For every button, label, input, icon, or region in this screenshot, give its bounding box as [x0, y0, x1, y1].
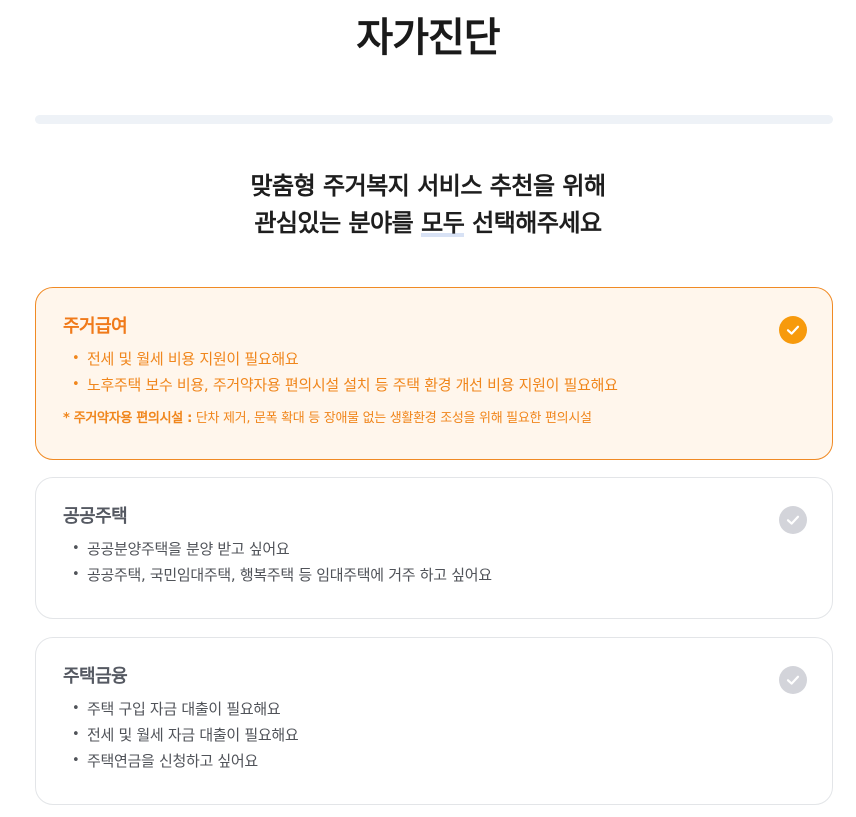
check-circle-icon[interactable] [779, 666, 807, 694]
bullet-icon: • [72, 541, 80, 556]
question-line-2-end: 선택해주세요 [464, 209, 602, 237]
option-card-housing-benefit[interactable]: 주거급여 • 전세 및 월세 비용 지원이 필요해요 • 노후주택 보수 비용, 주… [35, 287, 833, 460]
list-item: • 전세 및 월세 비용 지원이 필요해요 [63, 346, 806, 372]
list-item-text: 주택 구입 자금 대출이 필요해요 [87, 700, 281, 718]
option-title: 공공주택 [63, 506, 128, 527]
option-title: 주거급여 [63, 316, 128, 337]
question-text: 맞춤형 주거복지 서비스 추천을 위해 관심있는 분야를 모두 선택해주세요 [0, 168, 856, 242]
option-card-housing-finance[interactable]: 주택금융 • 주택 구입 자금 대출이 필요해요 • 전세 및 월세 자금 대출이 … [35, 637, 833, 805]
question-line-2: 관심있는 분야를 모두 선택해주세요 [0, 205, 856, 242]
list-item: • 공공주택, 국민임대주택, 행복주택 등 임대주택에 거주 하고 싶어요 [63, 562, 806, 588]
bullet-icon: • [72, 351, 80, 366]
list-item: • 전세 및 월세 자금 대출이 필요해요 [63, 722, 806, 748]
bullet-icon: • [72, 753, 80, 768]
option-card-public-housing[interactable]: 공공주택 • 공공분양주택을 분양 받고 싶어요 • 공공주택, 국민임대주택, 행… [35, 477, 833, 619]
question-line-2-start: 관심있는 분야를 [254, 209, 422, 237]
check-circle-icon[interactable] [779, 316, 807, 344]
list-item: • 주택 구입 자금 대출이 필요해요 [63, 696, 806, 722]
list-item: • 노후주택 보수 비용, 주거약자용 편의시설 설치 등 주택 환경 개선 비용… [63, 372, 806, 398]
check-circle-icon[interactable] [779, 506, 807, 534]
bullet-icon: • [72, 727, 80, 742]
list-item-text: 노후주택 보수 비용, 주거약자용 편의시설 설치 등 주택 환경 개선 비용 … [87, 376, 618, 394]
bullet-icon: • [72, 567, 80, 582]
progress-bar [35, 115, 833, 124]
list-item-text: 전세 및 월세 비용 지원이 필요해요 [87, 350, 299, 368]
option-note: * 주거약자용 편의시설 : 단차 제거, 문폭 확대 등 장애물 없는 생활환… [63, 407, 806, 426]
list-item-text: 공공분양주택을 분양 받고 싶어요 [87, 540, 290, 558]
list-item: • 공공분양주택을 분양 받고 싶어요 [63, 536, 806, 562]
option-item-list: • 주택 구입 자금 대출이 필요해요 • 전세 및 월세 자금 대출이 필요해요 … [63, 696, 806, 774]
list-item: • 주택연금을 신청하고 싶어요 [63, 748, 806, 774]
list-item-text: 공공주택, 국민임대주택, 행복주택 등 임대주택에 거주 하고 싶어요 [87, 566, 492, 584]
note-label: * 주거약자용 편의시설 : [63, 411, 193, 426]
note-text: 단차 제거, 문폭 확대 등 장애물 없는 생활환경 조성을 위해 필요한 편의… [192, 411, 592, 426]
list-item-text: 주택연금을 신청하고 싶어요 [87, 752, 258, 770]
page-title: 자가진단 [356, 15, 500, 61]
option-item-list: • 공공분양주택을 분양 받고 싶어요 • 공공주택, 국민임대주택, 행복주택 등… [63, 536, 806, 588]
bullet-icon: • [72, 701, 80, 716]
bullet-icon: • [72, 377, 80, 392]
option-title: 주택금융 [63, 666, 128, 687]
option-item-list: • 전세 및 월세 비용 지원이 필요해요 • 노후주택 보수 비용, 주거약자용 … [63, 346, 806, 398]
question-highlight: 모두 [421, 209, 465, 237]
list-item-text: 전세 및 월세 자금 대출이 필요해요 [87, 726, 299, 744]
question-line-1: 맞춤형 주거복지 서비스 추천을 위해 [250, 172, 606, 200]
